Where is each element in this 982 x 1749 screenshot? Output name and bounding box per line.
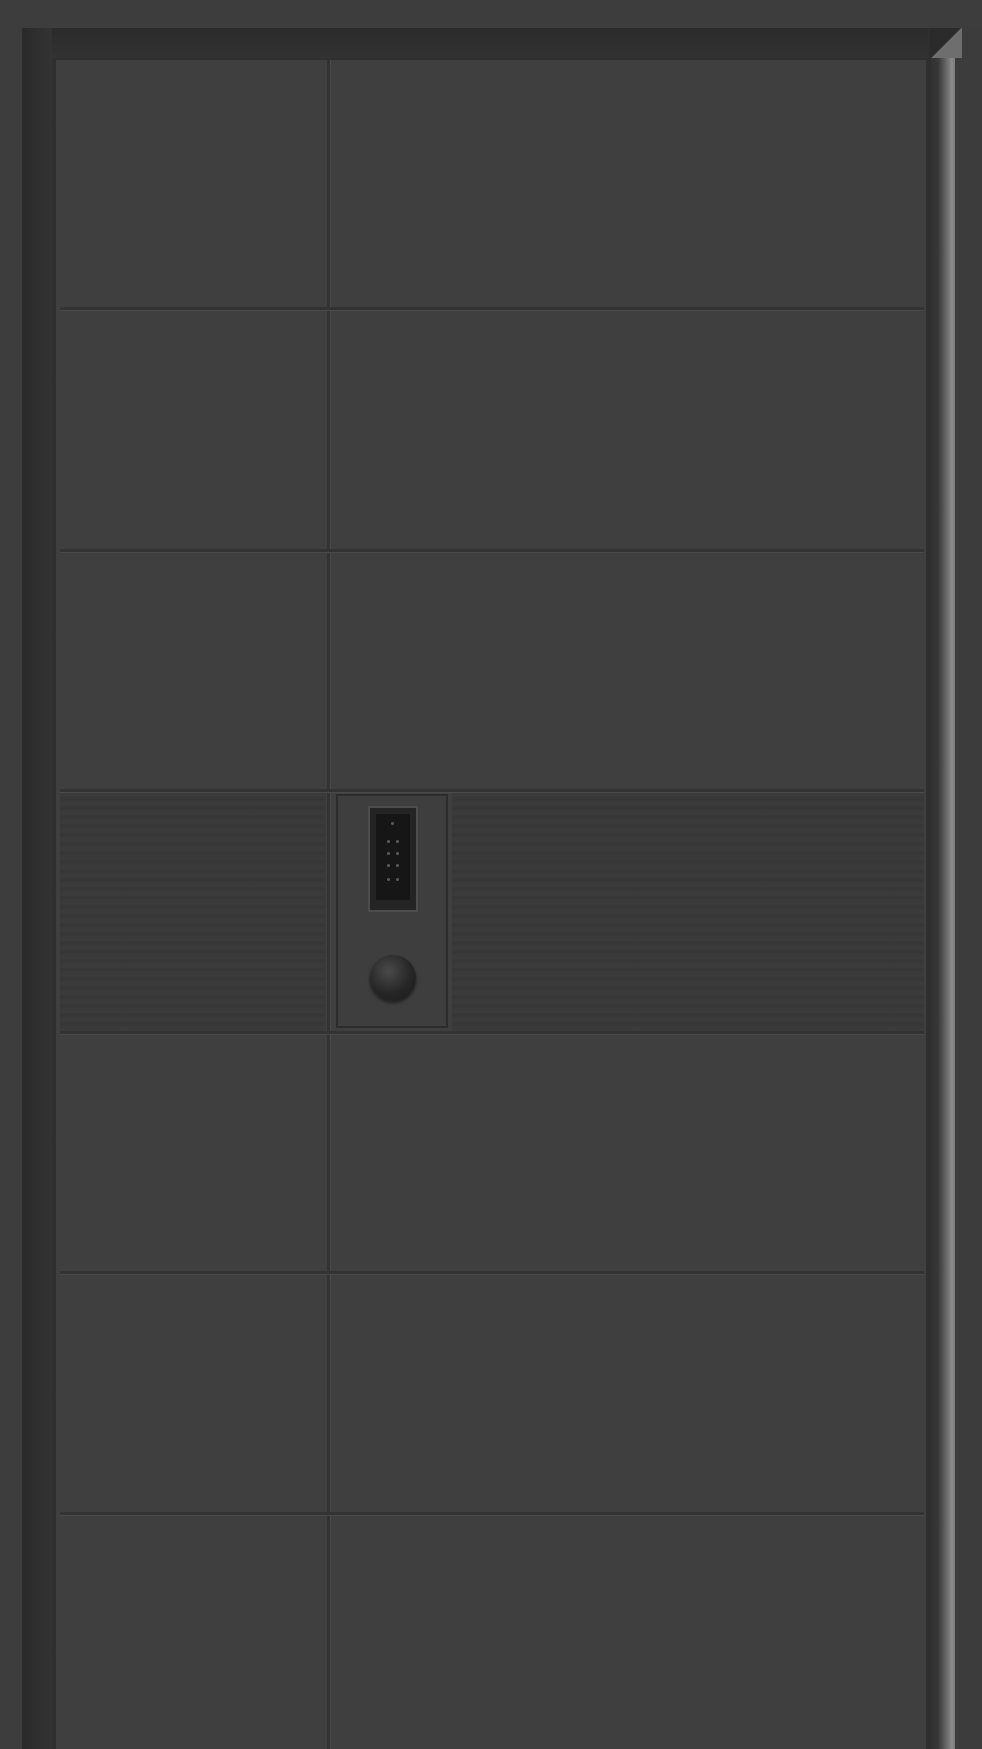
door-knob-icon[interactable] <box>370 955 416 1001</box>
key-dot <box>391 822 394 825</box>
key-dot <box>387 852 390 855</box>
door-band-left <box>60 793 326 1031</box>
door-groove-horizontal <box>60 1031 924 1035</box>
keypad-screen <box>376 814 410 900</box>
door-groove-vertical <box>327 60 331 1749</box>
door-frame-corner <box>930 28 962 58</box>
keypad-lock-icon[interactable] <box>368 806 418 912</box>
door-frame-right-edge <box>955 28 982 1749</box>
key-dot <box>396 840 399 843</box>
door-groove-horizontal <box>60 307 924 311</box>
key-dot <box>387 840 390 843</box>
key-dot <box>387 864 390 867</box>
key-dot <box>387 878 390 881</box>
door-frame-left <box>22 28 52 1749</box>
door-groove-horizontal <box>60 789 924 793</box>
door-groove-horizontal <box>60 1512 924 1516</box>
key-dot <box>396 864 399 867</box>
door-groove-horizontal <box>60 1271 924 1275</box>
door-band-right <box>452 793 924 1031</box>
key-dot <box>396 878 399 881</box>
door-scene <box>0 0 982 1749</box>
door-frame-top <box>22 28 962 58</box>
key-dot <box>396 852 399 855</box>
door-groove-horizontal <box>60 549 924 553</box>
